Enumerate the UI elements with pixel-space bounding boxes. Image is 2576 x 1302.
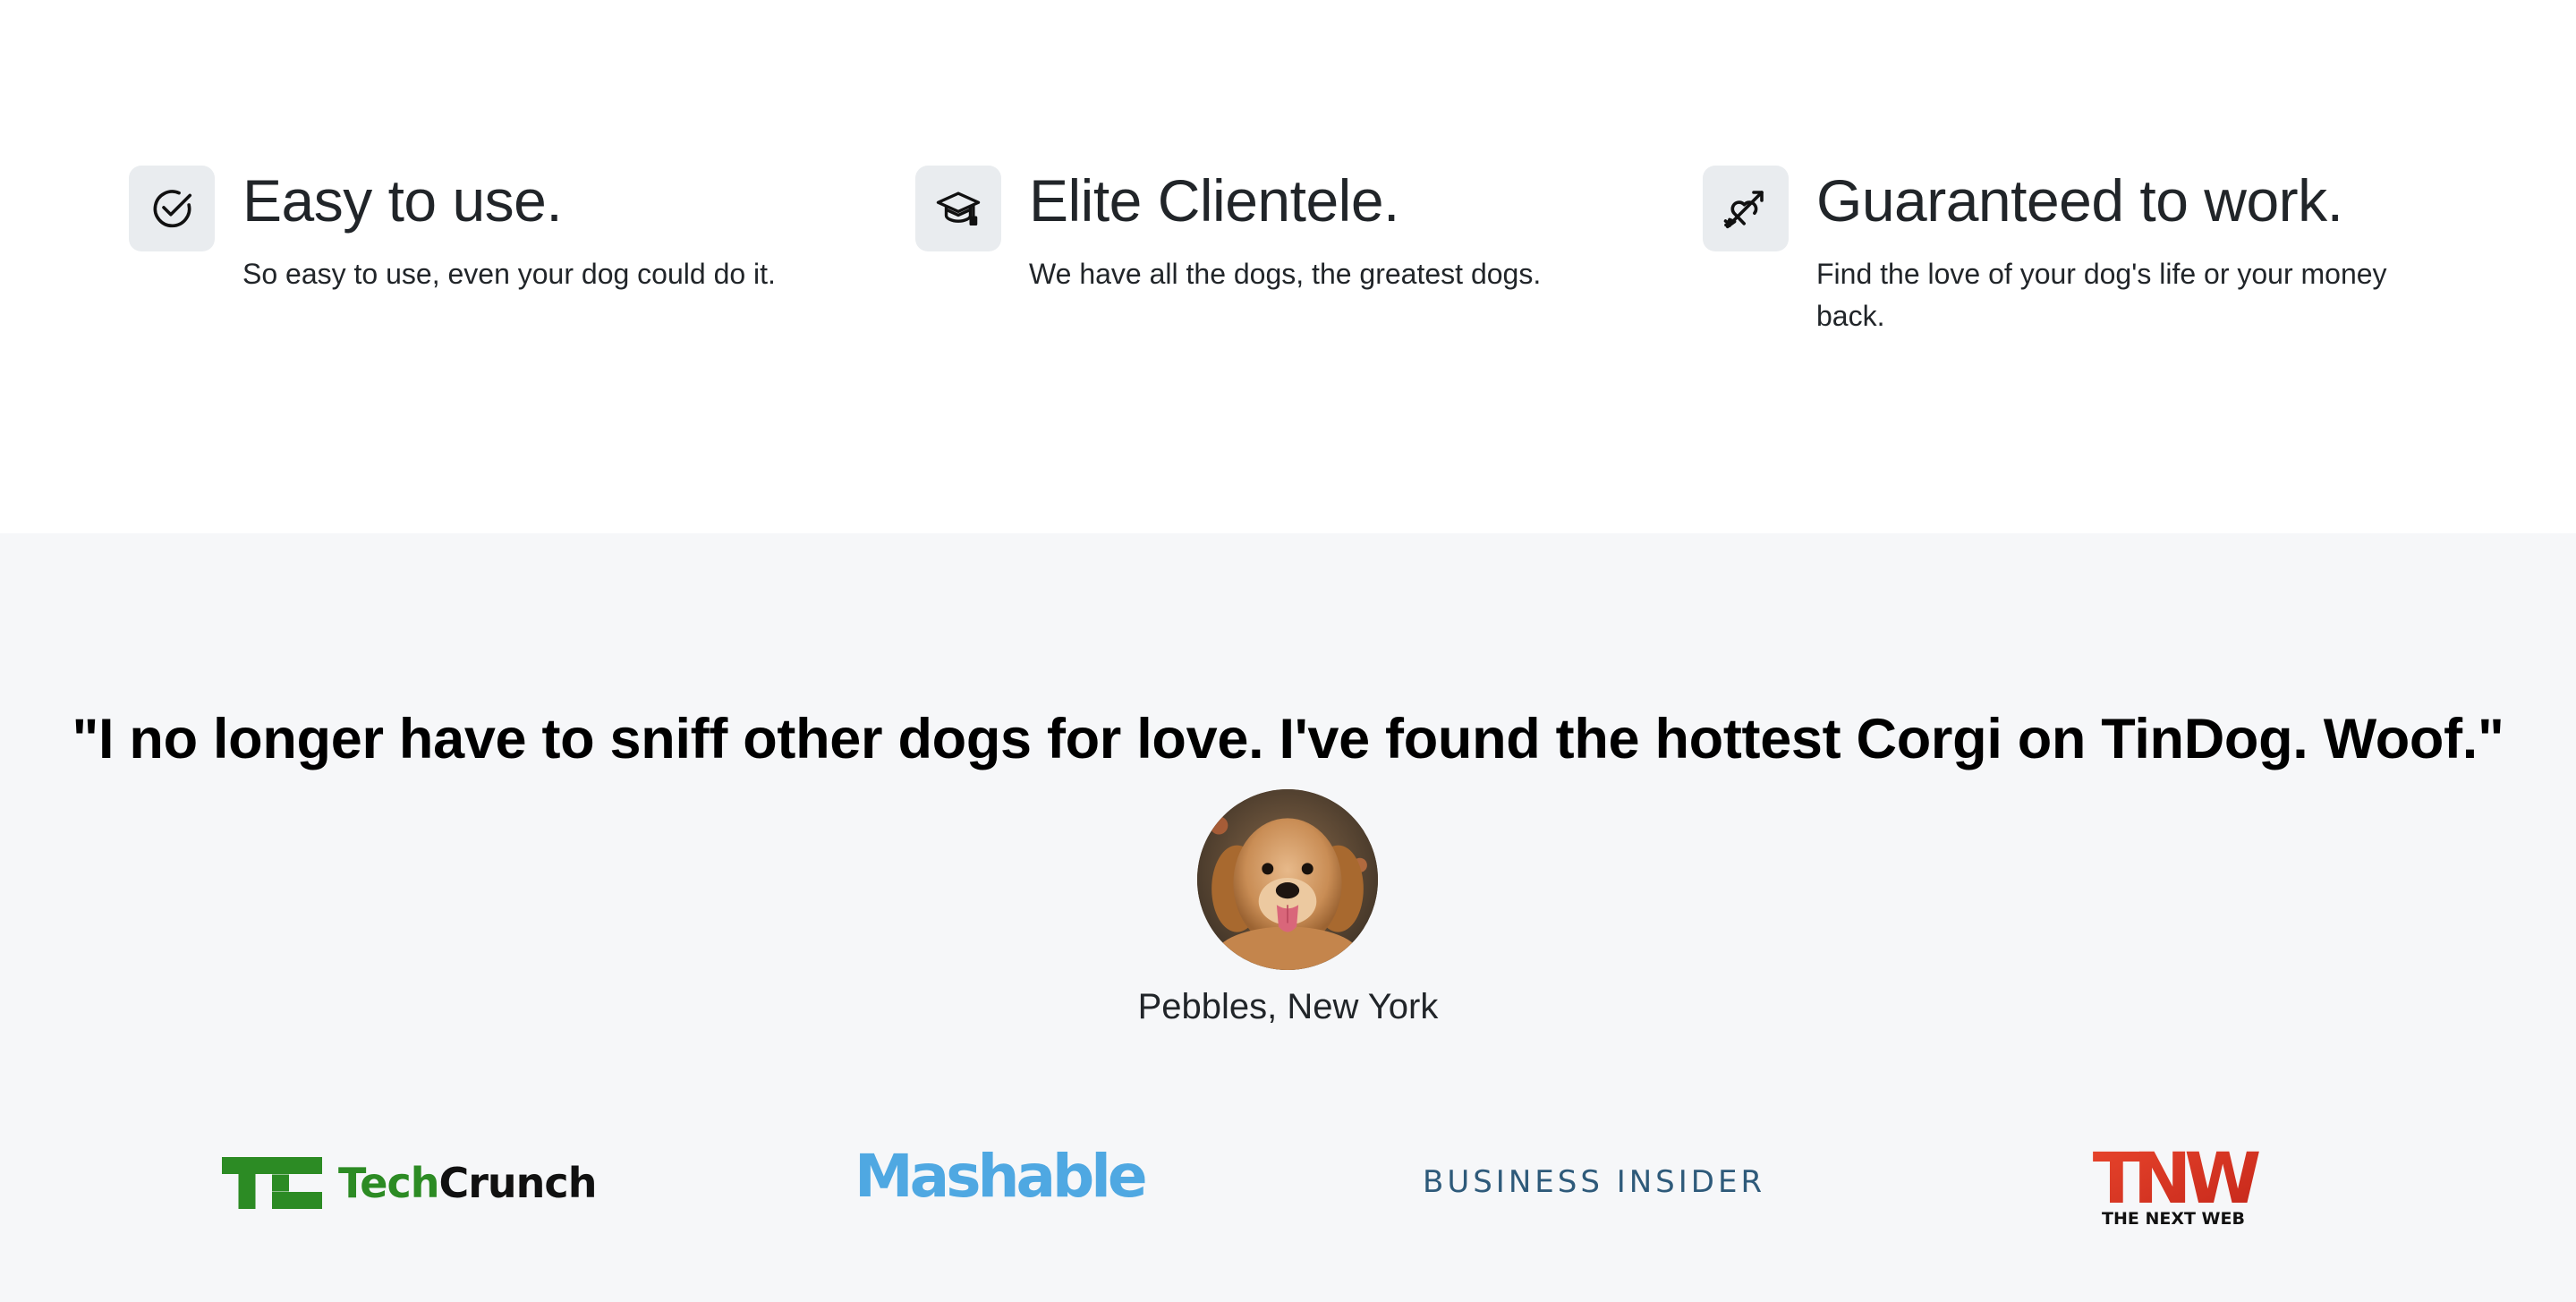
feature-description: So easy to use, even your dog could do i… <box>242 258 776 290</box>
features-section: Easy to use. So easy to use, even your d… <box>0 0 2576 533</box>
dog-avatar <box>1197 789 1378 970</box>
feature-title: Elite Clientele. <box>1029 167 1399 234</box>
circle-check-icon <box>129 166 215 251</box>
feature-description: Find the love of your dog's life or your… <box>1816 258 2387 332</box>
techcrunch-mark-icon <box>222 1157 322 1209</box>
testimonials-section: "I no longer have to sniff other dogs fo… <box>0 533 2576 1302</box>
techcrunch-suffix: Crunch <box>438 1159 597 1207</box>
feature-title: Easy to use. <box>242 167 563 234</box>
testimonial-attribution: Pebbles, New York <box>1137 987 1439 1026</box>
feature-title: Guaranteed to work. <box>1816 167 2343 234</box>
tnw-subtitle: THE NEXT WEB <box>2102 1209 2245 1228</box>
business-insider-logo: BUSINESS INSIDER <box>1423 1164 1766 1200</box>
heart-arrow-icon <box>1703 166 1789 251</box>
techcrunch-logo: TechCrunch <box>222 1155 597 1211</box>
graduation-cap-icon <box>915 166 1001 251</box>
tnw-logo: TNW THE NEXT WEB <box>2093 1147 2264 1228</box>
mashable-logo: Mashable <box>854 1142 1148 1211</box>
techcrunch-prefix: Tech <box>338 1159 439 1207</box>
feature-description: We have all the dogs, the greatest dogs. <box>1029 258 1542 290</box>
testimonial-quote: "I no longer have to sniff other dogs fo… <box>72 708 2504 770</box>
